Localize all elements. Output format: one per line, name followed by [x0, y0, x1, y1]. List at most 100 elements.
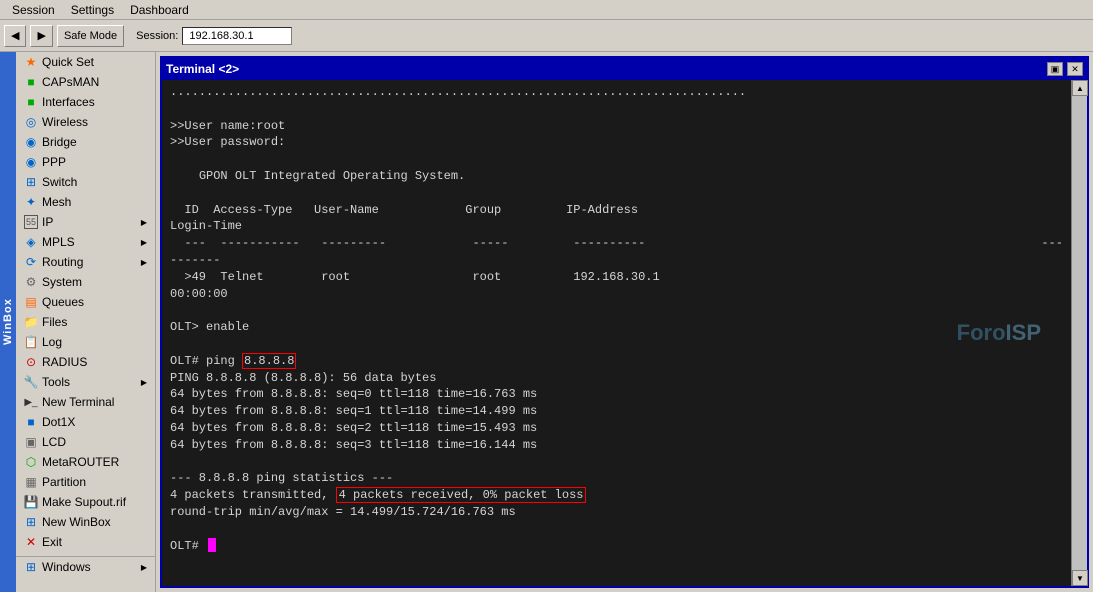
sidebar-label-ip: IP	[42, 215, 53, 229]
switch-icon: ⊞	[24, 175, 38, 189]
sidebar-item-files[interactable]: 📁 Files	[16, 312, 155, 332]
main-layout: WinBox ★ Quick Set ■ CAPsMAN ■ Interface…	[0, 52, 1093, 592]
sidebar-item-quick-set[interactable]: ★ Quick Set	[16, 52, 155, 72]
sidebar-item-mesh[interactable]: ✦ Mesh	[16, 192, 155, 212]
sidebar-label-partition: Partition	[42, 475, 86, 489]
sidebar-item-capsman[interactable]: ■ CAPsMAN	[16, 72, 155, 92]
sidebar-label-files: Files	[42, 315, 67, 329]
sidebar-label-radius: RADIUS	[42, 355, 87, 369]
sidebar-label-lcd: LCD	[42, 435, 66, 449]
menu-bar: Session Settings Dashboard	[0, 0, 1093, 20]
sidebar-item-partition[interactable]: ▦ Partition	[16, 472, 155, 492]
sidebar-item-log[interactable]: 📋 Log	[16, 332, 155, 352]
radius-icon: ⊙	[24, 355, 38, 369]
metarouter-icon: ⬡	[24, 455, 38, 469]
sidebar-label-make-supout: Make Supout.rif	[42, 495, 126, 509]
sidebar-label-mpls: MPLS	[42, 235, 75, 249]
sidebar-item-windows[interactable]: ⊞ Windows	[16, 557, 155, 577]
terminal-close-button[interactable]: ✕	[1067, 62, 1083, 76]
new-terminal-icon: ▶_	[24, 395, 38, 409]
wireless-icon: ◎	[24, 115, 38, 129]
log-icon: 📋	[24, 335, 38, 349]
sidebar-item-ppp[interactable]: ◉ PPP	[16, 152, 155, 172]
back-button[interactable]: ◀	[4, 25, 26, 47]
sidebar-label-interfaces: Interfaces	[42, 95, 95, 109]
sidebar-label-routing: Routing	[42, 255, 83, 269]
quick-set-icon: ★	[24, 55, 38, 69]
sidebar-item-mpls[interactable]: ◈ MPLS	[16, 232, 155, 252]
sidebar-item-system[interactable]: ⚙ System	[16, 272, 155, 292]
make-supout-icon: 💾	[24, 495, 38, 509]
sidebar-label-dot1x: Dot1X	[42, 415, 75, 429]
sidebar-label-queues: Queues	[42, 295, 84, 309]
terminal-container: ........................................…	[162, 80, 1087, 586]
new-winbox-icon: ⊞	[24, 515, 38, 529]
terminal-restore-button[interactable]: ▣	[1047, 62, 1063, 76]
ip-icon: 55	[24, 215, 38, 229]
menu-settings[interactable]: Settings	[63, 1, 122, 19]
sidebar-item-exit[interactable]: ✕ Exit	[16, 532, 155, 552]
winbox-label: WinBox	[0, 52, 16, 592]
ppp-icon: ◉	[24, 155, 38, 169]
sidebar-label-mesh: Mesh	[42, 195, 71, 209]
terminal-body[interactable]: ........................................…	[162, 80, 1071, 586]
sidebar-label-log: Log	[42, 335, 62, 349]
sidebar-item-bridge[interactable]: ◉ Bridge	[16, 132, 155, 152]
safe-mode-button[interactable]: Safe Mode	[57, 25, 124, 47]
sidebar-item-radius[interactable]: ⊙ RADIUS	[16, 352, 155, 372]
scroll-up-button[interactable]: ▲	[1072, 80, 1088, 96]
sidebar-item-lcd[interactable]: ▣ LCD	[16, 432, 155, 452]
exit-icon: ✕	[24, 535, 38, 549]
sidebar-label-windows: Windows	[42, 560, 91, 574]
scroll-down-button[interactable]: ▼	[1072, 570, 1088, 586]
sidebar-item-metarouter[interactable]: ⬡ MetaROUTER	[16, 452, 155, 472]
interfaces-icon: ■	[24, 95, 38, 109]
sidebar-label-switch: Switch	[42, 175, 77, 189]
sidebar-label-quick-set: Quick Set	[42, 55, 94, 69]
session-value: 192.168.30.1	[182, 27, 292, 45]
sidebar-label-new-terminal: New Terminal	[42, 395, 114, 409]
sidebar-item-tools[interactable]: 🔧 Tools	[16, 372, 155, 392]
sidebar: ★ Quick Set ■ CAPsMAN ■ Interfaces ◎ Wir…	[16, 52, 156, 592]
sidebar-label-ppp: PPP	[42, 155, 66, 169]
terminal-cursor	[208, 538, 216, 552]
bridge-icon: ◉	[24, 135, 38, 149]
sidebar-item-interfaces[interactable]: ■ Interfaces	[16, 92, 155, 112]
sidebar-label-new-winbox: New WinBox	[42, 515, 111, 529]
sidebar-label-exit: Exit	[42, 535, 62, 549]
files-icon: 📁	[24, 315, 38, 329]
terminal-window: Terminal <2> ▣ ✕ .......................…	[160, 56, 1089, 588]
ping-target-highlight: 8.8.8.8	[242, 353, 296, 369]
sidebar-label-metarouter: MetaROUTER	[42, 455, 119, 469]
scroll-track[interactable]	[1072, 96, 1087, 570]
sidebar-item-dot1x[interactable]: ■ Dot1X	[16, 412, 155, 432]
sidebar-item-switch[interactable]: ⊞ Switch	[16, 172, 155, 192]
sidebar-item-new-terminal[interactable]: ▶_ New Terminal	[16, 392, 155, 412]
queues-icon: ▤	[24, 295, 38, 309]
terminal-output: ........................................…	[170, 84, 1063, 554]
tools-icon: 🔧	[24, 375, 38, 389]
sidebar-wrapper: WinBox ★ Quick Set ■ CAPsMAN ■ Interface…	[0, 52, 156, 592]
sidebar-label-capsman: CAPsMAN	[42, 75, 99, 89]
dot1x-icon: ■	[24, 415, 38, 429]
sidebar-item-routing[interactable]: ⟳ Routing	[16, 252, 155, 272]
session-label: Session:	[136, 30, 178, 42]
sidebar-item-ip[interactable]: 55 IP	[16, 212, 155, 232]
forward-button[interactable]: ▶	[30, 25, 52, 47]
menu-session[interactable]: Session	[4, 1, 63, 19]
sidebar-item-new-winbox[interactable]: ⊞ New WinBox	[16, 512, 155, 532]
routing-icon: ⟳	[24, 255, 38, 269]
capsman-icon: ■	[24, 75, 38, 89]
sidebar-item-make-supout[interactable]: 💾 Make Supout.rif	[16, 492, 155, 512]
sidebar-label-wireless: Wireless	[42, 115, 88, 129]
terminal-scrollbar[interactable]: ▲ ▼	[1071, 80, 1087, 586]
menu-dashboard[interactable]: Dashboard	[122, 1, 197, 19]
system-icon: ⚙	[24, 275, 38, 289]
sidebar-label-system: System	[42, 275, 82, 289]
mpls-icon: ◈	[24, 235, 38, 249]
mesh-icon: ✦	[24, 195, 38, 209]
sidebar-item-queues[interactable]: ▤ Queues	[16, 292, 155, 312]
content-area: Terminal <2> ▣ ✕ .......................…	[156, 52, 1093, 592]
sidebar-item-wireless[interactable]: ◎ Wireless	[16, 112, 155, 132]
partition-icon: ▦	[24, 475, 38, 489]
